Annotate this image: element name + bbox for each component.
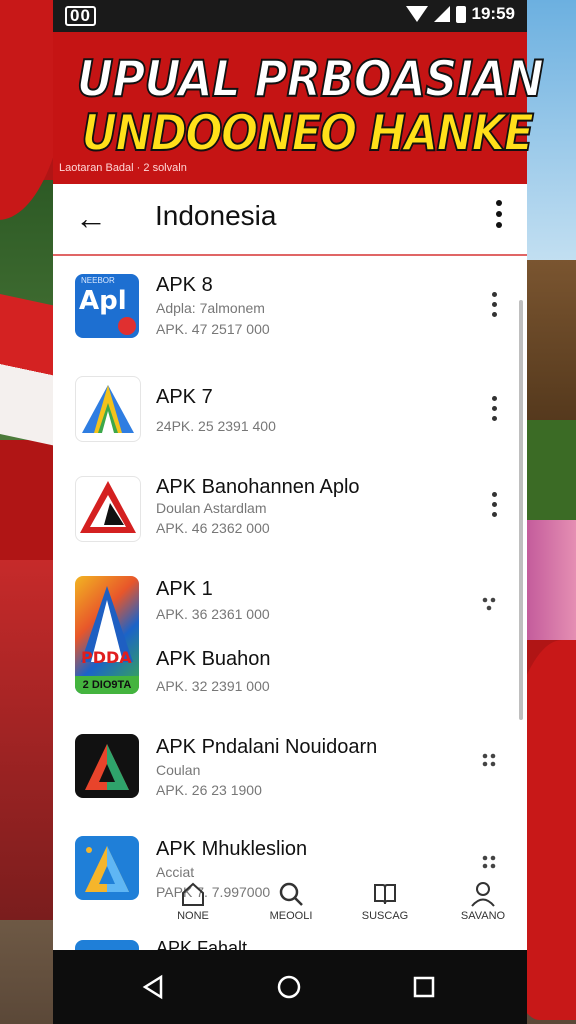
app-meta: APK. 46 2362 000 <box>156 520 270 536</box>
promo-banner: UPUAL PRBOASIAN UNDOONEO HANKE Laotaran … <box>53 32 545 184</box>
list-item[interactable]: APK 7 24PK. 25 2391 400 <box>53 360 527 457</box>
bottom-nav: NONE MEOOLI SUSCAG SAVANO <box>153 876 523 940</box>
background-flag <box>0 294 56 446</box>
list-item[interactable]: APK Pndalani Nouidoarn Coulan APK. 26 23… <box>53 716 527 821</box>
nav-label: SAVANO <box>460 910 506 922</box>
overflow-menu-icon[interactable] <box>495 200 503 228</box>
back-arrow-icon[interactable]: ← <box>75 202 107 234</box>
grid-dots-icon <box>482 753 496 767</box>
app-icon-text: PDDA <box>81 648 132 667</box>
app-subtitle: Doulan Astardlam <box>156 500 267 516</box>
item-menu-icon[interactable] <box>481 854 497 875</box>
status-time: 19:59 <box>471 4 515 23</box>
search-icon <box>279 882 303 906</box>
dark-logo-icon <box>85 744 129 790</box>
app-icon-label: 2 DIO9TA <box>75 676 139 694</box>
list-item[interactable]: APK Banohannen Aplo Doulan Astardlam APK… <box>53 456 527 561</box>
nav-label: MEOOLI <box>269 910 313 922</box>
home-icon <box>182 882 204 906</box>
app-name: APK 7 <box>156 386 213 408</box>
nav-label: NONE <box>177 910 209 922</box>
wifi-icon <box>405 6 428 22</box>
nav-label: SUSCAG <box>361 910 409 922</box>
nav-library[interactable]: SUSCAG <box>345 876 425 922</box>
app-meta: APK. 36 2361 000 <box>156 606 270 622</box>
signal-icon <box>433 6 450 22</box>
grid-dots-icon <box>482 855 496 869</box>
banner-headline-2: UNDOONEO HANKE <box>81 103 535 163</box>
banner-headline-1: UPUAL PRBOASIAN <box>76 49 545 109</box>
book-icon <box>374 884 396 905</box>
app-icon <box>75 376 141 442</box>
status-indicator: 00 <box>65 6 96 26</box>
item-menu-icon[interactable] <box>492 292 497 317</box>
status-right: 19:59 <box>405 4 515 24</box>
home-circle-icon[interactable] <box>276 974 302 1000</box>
background-cloth <box>526 520 576 640</box>
app-meta: 24PK. 25 2391 400 <box>156 418 276 434</box>
app-icon-caption: NEEBOR <box>81 276 115 285</box>
app-meta-secondary: APK. 32 2391 000 <box>156 678 270 694</box>
app-meta: APK. 26 23 1900 <box>156 782 262 798</box>
battery-icon <box>455 5 466 23</box>
app-name-secondary: APK Buahon <box>156 648 271 670</box>
red-logo-icon <box>80 481 136 533</box>
system-nav-bar <box>53 950 527 1024</box>
triangle-logo-icon <box>82 385 134 433</box>
app-icon <box>75 836 139 900</box>
back-triangle-icon[interactable] <box>141 974 167 1000</box>
app-name: APK 8 <box>156 274 213 296</box>
blue-logo-icon <box>85 846 129 892</box>
item-menu-icon[interactable] <box>481 596 497 617</box>
status-left: 00 <box>65 6 96 26</box>
app-icon <box>75 940 139 950</box>
app-icon <box>75 734 139 798</box>
app-name: APK Banohannen Aplo <box>156 476 360 498</box>
app-name: APK Mhukleslion <box>156 838 308 860</box>
app-icon: NEEBOR Apl <box>75 274 139 338</box>
status-bar: 00 19:59 <box>53 0 527 32</box>
scrollbar[interactable] <box>519 300 523 720</box>
grid-dots-icon <box>482 597 496 611</box>
item-menu-icon[interactable] <box>492 396 497 421</box>
app-meta: APK. 47 2517 000 <box>156 321 270 337</box>
background-people <box>0 560 54 920</box>
app-name: APK Pndalani Nouidoarn <box>156 736 378 758</box>
app-icon: PDDA 2 DIO9TA <box>75 576 139 694</box>
app-icon-text: Apl <box>79 286 127 316</box>
app-list: NEEBOR Apl APK 8 Adpla: 7almonem APK. 47… <box>53 256 527 950</box>
phone-screen: 00 19:59 UPUAL PRBOASIAN UNDOONEO HANKE … <box>53 0 545 1024</box>
nav-profile[interactable]: SAVANO <box>443 876 523 922</box>
app-subtitle: Coulan <box>156 762 201 778</box>
badge-icon <box>118 317 136 335</box>
app-icon <box>75 476 141 542</box>
nav-search[interactable]: MEOOLI <box>251 876 331 922</box>
list-item[interactable]: NEEBOR Apl APK 8 Adpla: 7almonem APK. 47… <box>53 256 527 361</box>
app-bar: ← Indonesia <box>53 184 527 256</box>
item-menu-icon[interactable] <box>492 492 497 517</box>
app-subtitle: Adpla: 7almonem <box>156 300 265 316</box>
banner-subtitle: Laotaran Badal · 2 solvaln <box>59 162 187 174</box>
person-icon <box>471 882 495 907</box>
list-item[interactable]: PDDA 2 DIO9TA APK 1 APK. 36 2361 000 APK… <box>53 560 527 717</box>
recents-square-icon[interactable] <box>411 974 437 1000</box>
nav-home[interactable]: NONE <box>153 876 233 922</box>
page-title: Indonesia <box>155 200 277 231</box>
item-menu-icon[interactable] <box>481 752 497 773</box>
app-name: APK 1 <box>156 578 213 600</box>
